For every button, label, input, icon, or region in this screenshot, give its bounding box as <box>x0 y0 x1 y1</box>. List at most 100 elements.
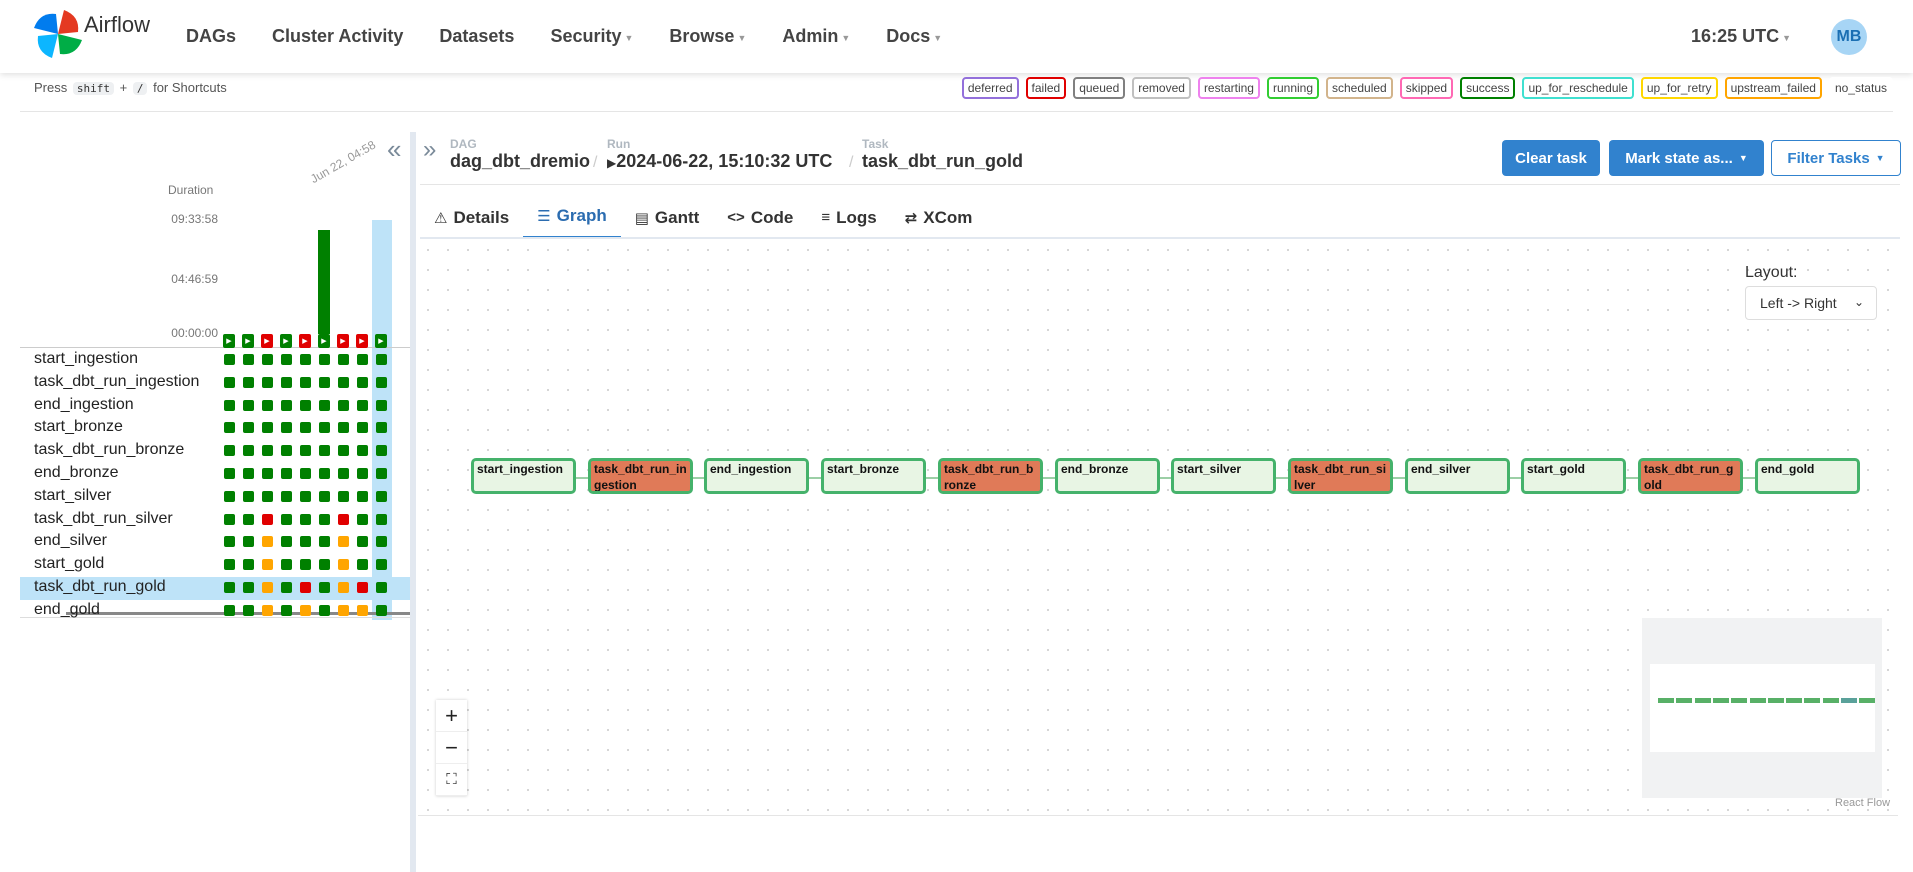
task-instance-cell[interactable] <box>319 490 330 502</box>
task-instance-cell[interactable] <box>262 376 273 388</box>
run-button[interactable]: ▶ <box>375 334 387 348</box>
task-instance-cell[interactable] <box>357 559 368 571</box>
task-instance-cell[interactable] <box>243 445 254 457</box>
nav-item-cluster-activity[interactable]: Cluster Activity <box>272 26 403 47</box>
task-instance-cell[interactable] <box>243 490 254 502</box>
task-instance-cell[interactable] <box>376 376 387 388</box>
graph-node[interactable]: task_dbt_run_bronze <box>938 458 1043 494</box>
task-instance-cell[interactable] <box>224 422 235 434</box>
nav-item-dags[interactable]: DAGs <box>186 26 236 47</box>
task-instance-cell[interactable] <box>224 376 235 388</box>
task-instance-cell[interactable] <box>319 582 330 593</box>
task-name[interactable]: start_silver <box>34 487 111 505</box>
run-button[interactable]: ▶ <box>261 334 273 348</box>
task-instance-cell[interactable] <box>300 604 311 616</box>
task-instance-cell[interactable] <box>338 536 349 548</box>
graph-node[interactable]: end_silver <box>1405 458 1510 494</box>
task-instance-cell[interactable] <box>338 376 349 388</box>
task-instance-cell[interactable] <box>300 582 311 593</box>
task-instance-cell[interactable] <box>338 490 349 502</box>
graph-node[interactable]: start_ingestion <box>471 458 576 494</box>
task-instance-cell[interactable] <box>243 422 254 434</box>
task-instance-cell[interactable] <box>262 445 273 457</box>
run-button[interactable]: ▶ <box>242 334 254 348</box>
legend-running[interactable]: running <box>1266 77 1319 99</box>
task-row[interactable]: start_ingestion <box>20 349 410 372</box>
task-instance-cell[interactable] <box>357 604 368 616</box>
task-row[interactable]: end_bronze <box>20 463 410 486</box>
task-instance-cell[interactable] <box>319 604 330 616</box>
task-instance-cell[interactable] <box>224 513 235 525</box>
zoom-out-button[interactable]: − <box>436 732 467 764</box>
task-instance-cell[interactable] <box>300 354 311 365</box>
graph-node[interactable]: end_bronze <box>1055 458 1160 494</box>
collapse-grid-icon[interactable]: « <box>387 134 401 165</box>
legend-scheduled[interactable]: scheduled <box>1326 77 1393 99</box>
nav-item-browse[interactable]: Browse ▼ <box>669 26 746 47</box>
graph-node[interactable]: start_gold <box>1521 458 1626 494</box>
task-row[interactable]: task_dbt_run_ingestion <box>20 372 410 395</box>
task-instance-cell[interactable] <box>357 468 368 479</box>
task-instance-cell[interactable] <box>319 513 330 525</box>
nav-item-datasets[interactable]: Datasets <box>439 26 514 47</box>
task-instance-cell[interactable] <box>376 422 387 434</box>
graph-node[interactable]: task_dbt_run_ingestion <box>588 458 693 494</box>
tab-details[interactable]: ⚠ Details <box>420 196 523 239</box>
run-button[interactable]: ▶ <box>356 334 368 348</box>
legend-queued[interactable]: queued <box>1073 77 1126 99</box>
task-instance-cell[interactable] <box>357 490 368 502</box>
task-instance-cell[interactable] <box>300 490 311 502</box>
graph-node[interactable]: end_gold <box>1755 458 1860 494</box>
task-instance-cell[interactable] <box>376 513 387 525</box>
task-instance-cell[interactable] <box>300 559 311 571</box>
task-instance-cell[interactable] <box>376 582 387 593</box>
task-name[interactable]: task_dbt_run_gold <box>34 578 166 596</box>
task-instance-cell[interactable] <box>300 513 311 525</box>
task-instance-cell[interactable] <box>281 536 292 548</box>
task-instance-cell[interactable] <box>262 582 273 593</box>
task-instance-cell[interactable] <box>319 376 330 388</box>
task-instance-cell[interactable] <box>281 513 292 525</box>
task-instance-cell[interactable] <box>300 399 311 411</box>
task-instance-cell[interactable] <box>243 582 254 593</box>
task-instance-cell[interactable] <box>357 422 368 434</box>
task-instance-cell[interactable] <box>224 582 235 593</box>
task-instance-cell[interactable] <box>281 376 292 388</box>
task-instance-cell[interactable] <box>319 422 330 434</box>
filter-tasks-button[interactable]: Filter Tasks ▼ <box>1771 140 1901 176</box>
task-instance-cell[interactable] <box>281 468 292 479</box>
clear-task-button[interactable]: Clear task <box>1502 140 1600 176</box>
task-instance-cell[interactable] <box>243 354 254 365</box>
brand[interactable]: Airflow <box>30 6 150 62</box>
task-instance-cell[interactable] <box>262 559 273 571</box>
mark-state-button[interactable]: Mark state as... ▼ <box>1609 140 1764 176</box>
task-row[interactable]: end_ingestion <box>20 395 410 418</box>
task-name[interactable]: end_silver <box>34 532 107 550</box>
avatar[interactable]: MB <box>1831 18 1867 55</box>
task-instance-cell[interactable] <box>281 559 292 571</box>
run-button[interactable]: ▶ <box>337 334 349 348</box>
task-instance-cell[interactable] <box>376 445 387 457</box>
task-name[interactable]: task_dbt_run_bronze <box>34 441 184 459</box>
task-row[interactable]: task_dbt_run_gold <box>20 577 410 600</box>
task-instance-cell[interactable] <box>281 582 292 593</box>
tab-gantt[interactable]: ▤ Gantt <box>621 196 714 239</box>
task-instance-cell[interactable] <box>224 468 235 479</box>
graph-node[interactable]: task_dbt_run_gold <box>1638 458 1743 494</box>
task-instance-cell[interactable] <box>357 582 368 593</box>
task-instance-cell[interactable] <box>338 445 349 457</box>
nav-item-security[interactable]: Security ▼ <box>550 26 633 47</box>
legend-restarting[interactable]: restarting <box>1197 77 1260 99</box>
task-row[interactable]: start_silver <box>20 486 410 509</box>
tab-logs[interactable]: ≡ Logs <box>807 196 890 239</box>
task-instance-cell[interactable] <box>300 468 311 479</box>
task-instance-cell[interactable] <box>376 559 387 571</box>
task-instance-cell[interactable] <box>319 559 330 571</box>
task-row[interactable]: task_dbt_run_bronze <box>20 440 410 463</box>
task-instance-cell[interactable] <box>243 399 254 411</box>
task-instance-cell[interactable] <box>243 376 254 388</box>
task-instance-cell[interactable] <box>319 399 330 411</box>
task-name[interactable]: task_dbt_run_silver <box>34 510 173 528</box>
run-button[interactable]: ▶ <box>280 334 292 348</box>
minimap[interactable] <box>1642 618 1882 798</box>
